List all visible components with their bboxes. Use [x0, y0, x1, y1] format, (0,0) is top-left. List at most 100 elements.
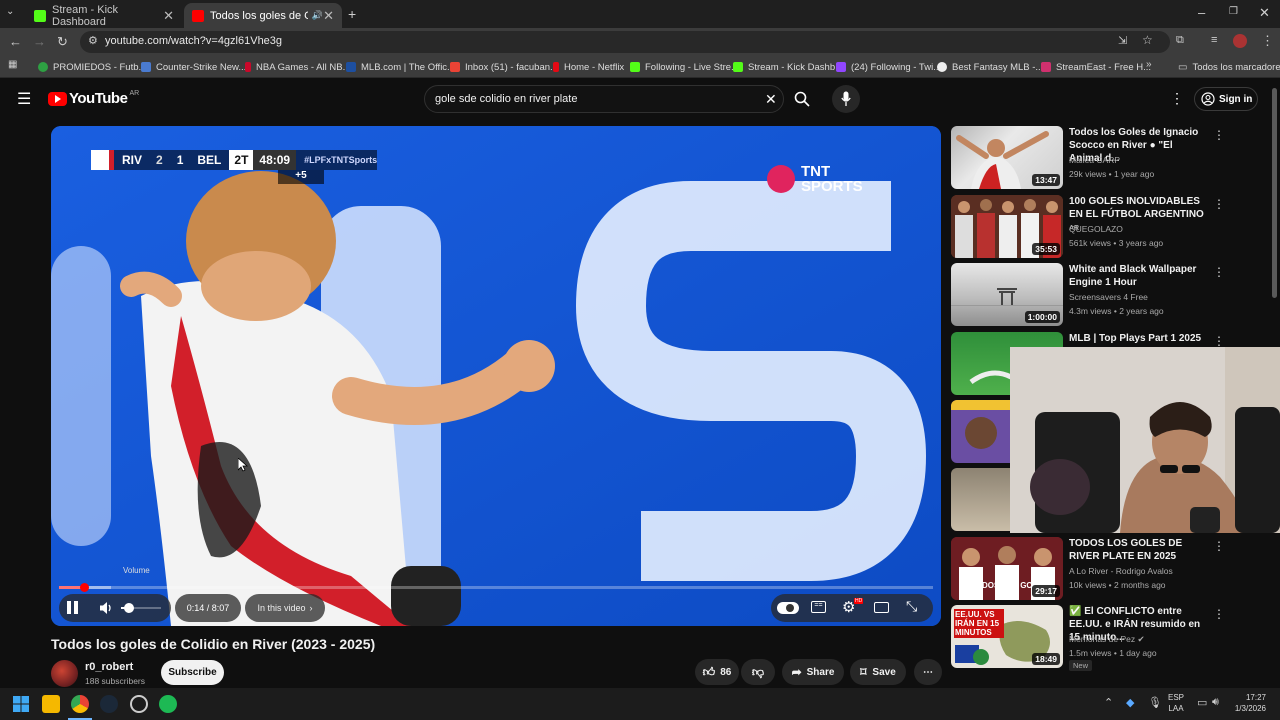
hamburger-menu-icon[interactable]: ☰	[17, 89, 31, 109]
subtitles-icon[interactable]: ==	[811, 601, 826, 613]
close-tab-icon[interactable]: ✕	[323, 8, 334, 24]
more-options-icon[interactable]: ⋮	[1213, 607, 1225, 621]
video-player[interactable]: RIV 2 1 BEL 2T 48:09 #LPFxTNTSports +5 T…	[51, 126, 941, 626]
more-options-icon[interactable]: ⋮	[1213, 128, 1225, 142]
autoplay-toggle[interactable]	[777, 602, 799, 614]
bookmark-streameast[interactable]: StreamEast - Free H...	[1041, 59, 1151, 75]
related-video[interactable]: 13:47 Todos los Goles de Ignacio Scocco …	[951, 126, 1280, 190]
clock[interactable]: 17:27 1/3/2026	[1228, 692, 1266, 714]
tray-overflow-icon[interactable]: ⌃	[1104, 696, 1113, 709]
pause-icon[interactable]	[67, 601, 71, 614]
bookmark-promiedos[interactable]: PROMIEDOS - Futb...	[38, 59, 146, 75]
video-thumbnail[interactable]: EE.UU. VS IRÁN EN 15 MINUTOS 18:49	[951, 605, 1063, 668]
spotify-icon[interactable]	[159, 695, 177, 713]
related-video[interactable]: 1:00:00 White and Black Wallpaper Engine…	[951, 263, 1280, 327]
more-bookmarks-icon[interactable]: »	[1146, 59, 1152, 70]
bookmark-nba[interactable]: NBA Games - All NB...	[245, 59, 351, 75]
steam-icon[interactable]	[100, 695, 118, 713]
all-bookmarks-folder[interactable]: ▭ Todos los marcadores	[1178, 59, 1280, 75]
bookmark-inbox[interactable]: Inbox (51) - facuban...	[450, 59, 558, 75]
reload-icon[interactable]: ↻	[57, 34, 68, 50]
profile-avatar[interactable]	[1233, 34, 1247, 48]
subscribe-button[interactable]: Subscribe	[161, 660, 224, 685]
tab-kick-dashboard[interactable]: Stream - Kick Dashboard ✕	[26, 3, 182, 28]
video-thumbnail[interactable]: 35:53	[951, 195, 1063, 258]
install-app-icon[interactable]: ⇲	[1118, 34, 1127, 47]
volume-slider[interactable]	[121, 603, 161, 613]
bookmark-netflix[interactable]: Home - Netflix	[553, 59, 624, 75]
like-button[interactable]: 👍︎ 86	[695, 659, 739, 685]
extensions-icon[interactable]: ⧉	[1176, 34, 1184, 47]
dislike-button[interactable]: 👎︎	[741, 659, 775, 685]
channel-name[interactable]: r0_robert	[85, 661, 133, 673]
video-thumbnail[interactable]: 13:47	[951, 126, 1063, 189]
volume-icon[interactable]	[99, 601, 115, 615]
language-code: ESP	[1168, 693, 1185, 702]
tab-search-icon[interactable]: ⌄	[6, 6, 14, 17]
bookmark-fantasy-mlb[interactable]: Best Fantasy MLB -...	[937, 59, 1043, 75]
sign-in-button[interactable]: Sign in	[1194, 87, 1258, 111]
address-bar[interactable]: ⚙ youtube.com/watch?v=4gzl61Vhe3g ⇲ ☆	[80, 31, 1170, 53]
browser-tab-strip: ⌄ Stream - Kick Dashboard ✕ Todos los go…	[0, 0, 1280, 28]
close-tab-icon[interactable]: ✕	[163, 8, 174, 24]
bookmark-twitch[interactable]: (24) Following - Twi...	[836, 59, 941, 75]
bookmark-kick-dashboard[interactable]: Stream - Kick Dashb...	[733, 59, 843, 75]
video-title: MLB | Top Plays Part 1 2025	[1069, 333, 1202, 344]
channel-avatar[interactable]	[51, 660, 78, 687]
more-actions-button[interactable]: ⋯	[914, 659, 942, 685]
related-video[interactable]: EE.UU. VS IRÁN EN 15 MINUTOS 18:49 ✅ El …	[951, 605, 1280, 671]
share-button[interactable]: ➦ Share	[782, 659, 844, 685]
in-this-video-label: In this video	[257, 603, 306, 613]
clear-search-icon[interactable]: ✕	[765, 91, 777, 108]
in-this-video-button[interactable]: In this video ›	[245, 594, 325, 622]
input-language[interactable]: ESP LAA	[1168, 692, 1184, 714]
more-options-icon[interactable]: ⋮	[1213, 197, 1225, 211]
new-tab-icon[interactable]: +	[348, 6, 356, 22]
video-thumbnail[interactable]: TODOS LOS GOL... 29:17	[951, 537, 1063, 600]
theater-mode-icon[interactable]	[874, 602, 889, 613]
audio-playing-icon[interactable]: 🔊	[312, 10, 323, 21]
related-video[interactable]: 35:53 100 GOLES INOLVIDABLES EN EL FÚTBO…	[951, 195, 1280, 259]
chrome-icon[interactable]	[71, 695, 89, 713]
more-options-icon[interactable]: ⋮	[1213, 539, 1225, 553]
search-input[interactable]: gole sde colidio en river plate	[435, 93, 577, 105]
bookmark-mlb[interactable]: MLB.com | The Offic...	[346, 59, 455, 75]
save-button[interactable]: ⌑ Save	[850, 659, 906, 685]
view-count: 29k views • 1 year ago	[1069, 169, 1155, 179]
youtube-logo[interactable]: YouTube AR	[48, 90, 139, 107]
fullscreen-icon[interactable]: ⤡	[906, 598, 917, 615]
windows-start-icon[interactable]	[13, 696, 29, 712]
bookmark-star-icon[interactable]: ☆	[1142, 33, 1153, 47]
restore-icon[interactable]: ❐	[1229, 6, 1238, 17]
more-options-icon[interactable]: ⋮	[1213, 265, 1225, 279]
site-info-icon[interactable]: ⚙	[88, 34, 98, 47]
more-options-icon[interactable]: ⋮	[1213, 334, 1225, 348]
settings-menu-icon[interactable]: ⋮	[1170, 90, 1184, 107]
wifi-icon[interactable]: ▭	[1197, 696, 1207, 709]
tab-youtube-video[interactable]: Todos los goles de Colidio 🔊 ✕	[184, 3, 342, 28]
search-icon[interactable]	[794, 91, 810, 107]
obs-icon[interactable]	[130, 695, 148, 713]
related-video[interactable]: TODOS LOS GOL... 29:17 TODOS LOS GOLES D…	[951, 537, 1280, 601]
team-color-bar	[109, 150, 114, 170]
close-window-icon[interactable]: ✕	[1259, 5, 1270, 21]
voice-search-button[interactable]	[832, 85, 860, 113]
speaker-icon[interactable]: 🔊︎	[1212, 696, 1219, 709]
volume-knob[interactable]	[124, 603, 134, 613]
minimize-icon[interactable]: –	[1198, 5, 1205, 20]
progress-bar[interactable]	[59, 583, 933, 592]
network-app-icon[interactable]: ◆	[1126, 696, 1134, 709]
chrome-menu-icon[interactable]: ⋮	[1261, 33, 1274, 49]
file-explorer-icon[interactable]	[42, 695, 60, 713]
forward-icon[interactable]: →	[33, 34, 46, 49]
page-scrollbar[interactable]	[1272, 88, 1277, 298]
microphone-tray-icon[interactable]: 🎙︎	[1148, 696, 1162, 709]
save-label: Save	[872, 666, 896, 678]
video-thumbnail[interactable]: 1:00:00	[951, 263, 1063, 326]
apps-grid-icon[interactable]: ▦	[8, 59, 17, 70]
bookmark-counter-strike[interactable]: Counter-Strike New...	[141, 59, 246, 75]
media-controls-icon[interactable]: ≡	[1211, 34, 1217, 46]
back-icon[interactable]: ←	[9, 34, 22, 49]
search-box[interactable]: gole sde colidio en river plate ✕	[424, 85, 784, 113]
bookmark-kick-following[interactable]: Following - Live Stre...	[630, 59, 739, 75]
